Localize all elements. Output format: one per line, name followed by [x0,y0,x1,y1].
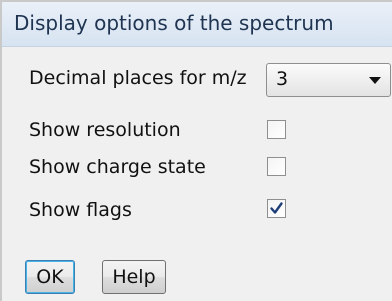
decimal-places-select[interactable]: 3 [266,63,391,97]
dialog-title: Display options of the spectrum [14,11,334,35]
ok-button[interactable]: OK [25,260,75,294]
decimal-places-label: Decimal places for m/z [29,67,247,89]
show-resolution-checkbox[interactable] [267,120,286,139]
title-bar: Display options of the spectrum [2,2,392,47]
show-flags-label: Show flags [29,199,132,221]
decimal-places-value: 3 [276,68,289,90]
help-button[interactable]: Help [102,260,166,294]
show-flags-checkbox[interactable] [267,199,286,218]
show-charge-state-label: Show charge state [29,156,206,178]
checkmark-icon [270,202,283,214]
show-charge-state-checkbox[interactable] [267,157,286,176]
show-resolution-label: Show resolution [29,119,181,141]
chevron-down-icon[interactable] [369,77,381,84]
display-options-dialog: Display options of the spectrum Decimal … [0,0,392,301]
